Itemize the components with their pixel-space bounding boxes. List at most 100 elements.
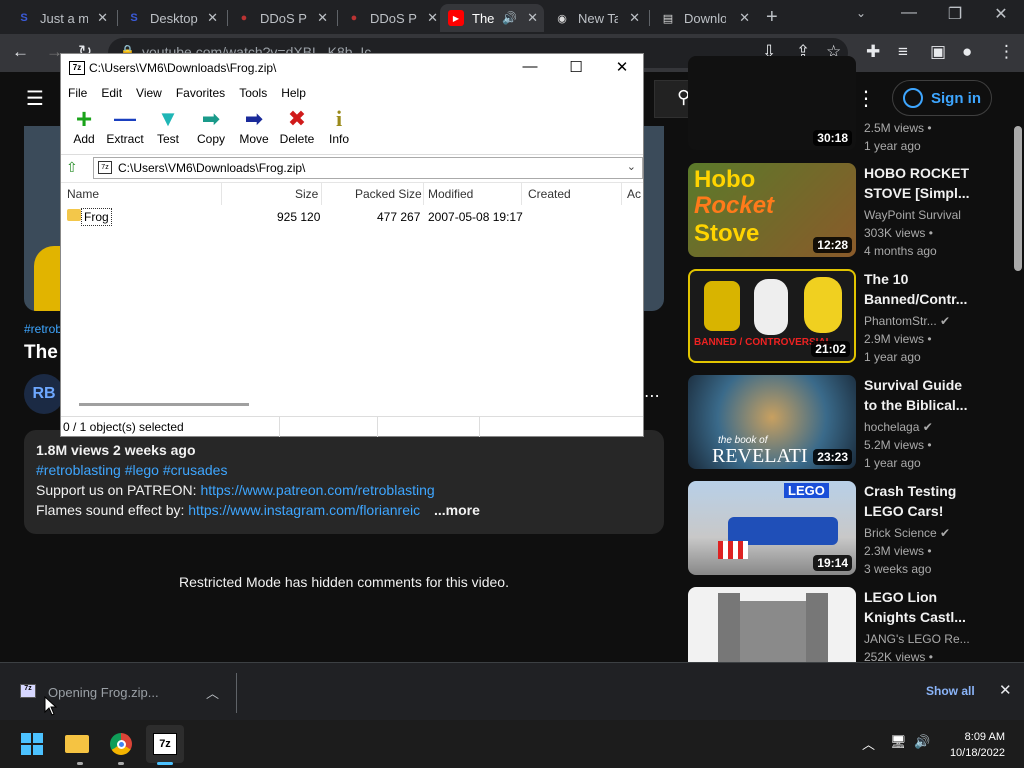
tab-1[interactable]: S Just a m ✕ [8,4,114,32]
tab-7[interactable]: ▤ Downlo ✕ [652,4,756,32]
copy-button[interactable]: ➡ Copy [188,106,234,146]
close-tab-icon[interactable]: ✕ [629,10,640,26]
recommendation-item[interactable]: LEGO 19:14 Crash Testing LEGO Cars! Brick… [688,481,1008,576]
scrollbar-thumb[interactable] [1014,126,1022,271]
tab-search-icon[interactable]: ⌄ [838,6,884,20]
minimize-button[interactable]: — [886,4,932,22]
tab-6[interactable]: ◉ New Tab ✕ [546,4,646,32]
info-button[interactable]: i Info [316,106,362,146]
column-modified[interactable]: Modified [428,187,473,201]
volume-icon[interactable]: 🔊 [914,734,930,750]
download-item-label[interactable]: Opening Frog.zip... [48,685,159,700]
column-name[interactable]: Name [67,187,99,201]
channel-name[interactable]: JANG's LEGO Re... [864,632,970,646]
page-scrollbar[interactable] [1012,126,1024,662]
column-packed-size[interactable]: Packed Size [355,187,422,201]
channel-name[interactable]: WayPoint Survival [864,208,961,222]
column-attributes[interactable]: Ac [627,187,641,201]
file-row-name[interactable]: Frog [81,208,112,226]
close-tab-icon[interactable]: ✕ [739,10,750,26]
recommendation-item[interactable]: BANNED / CONTROVERSIAL 21:02 The 10 Banne… [688,269,1008,364]
hamburger-menu-icon[interactable]: ☰ [26,86,44,111]
start-button[interactable] [13,725,51,763]
video-title[interactable]: Survival Guide to the Biblical... [864,375,974,415]
7zip-file-list[interactable]: Name Size Packed Size Modified Created A… [61,182,643,412]
video-views: 2.5M views • [864,121,932,135]
menu-favorites[interactable]: Favorites [169,84,232,104]
network-icon[interactable]: 🖥 [890,734,907,750]
chevron-up-icon[interactable]: ︿ [206,683,219,702]
test-button[interactable]: ▼ Test [145,106,191,146]
delete-x-icon: ✖ [287,106,307,131]
video-thumbnail[interactable]: LEGO 19:14 [688,481,856,575]
file-explorer-button[interactable] [58,725,96,763]
7zip-taskbar-button[interactable]: 7z [146,725,184,763]
column-created[interactable]: Created [528,187,571,201]
new-tab-button[interactable]: + [766,6,778,29]
menu-tools[interactable]: Tools [232,84,274,104]
tab-2[interactable]: S Desktop ✕ [118,4,224,32]
video-title[interactable]: The 10 Banned/Contr... [864,269,974,309]
more-button[interactable]: ...more [434,502,480,518]
7zip-path-box[interactable]: 7z C:\Users\VM6\Downloads\Frog.zip\ ⌄ [93,157,643,179]
more-actions-icon[interactable]: ⋯ [644,386,660,406]
tab-3[interactable]: ● DDoS P ✕ [228,4,334,32]
channel-name[interactable]: Brick Science ✔ [864,526,950,540]
close-tab-icon[interactable]: ✕ [427,10,438,26]
restore-button[interactable]: ❐ [932,4,978,24]
recommendation-item[interactable]: the book of REVELATI 23:23 Survival Guid… [688,375,1008,470]
delete-button[interactable]: ✖ Delete [274,106,320,146]
video-thumbnail[interactable]: the book of REVELATI 23:23 [688,375,856,469]
recommendation-item[interactable]: Hobo Rocket Stove 12:28 HOBO ROCKET STOVE… [688,163,1008,258]
7zip-titlebar[interactable]: 7z C:\Users\VM6\Downloads\Frog.zip\ — ☐ … [61,54,643,84]
video-title[interactable]: Crash Testing LEGO Cars! [864,481,974,521]
chevron-up-icon[interactable]: ︿ [862,734,875,753]
channel-avatar[interactable]: RB [24,374,64,414]
tab-5-active[interactable]: ▶ The 🔊 ✕ [440,4,544,32]
back-icon[interactable]: ← [12,42,29,62]
audio-playing-icon[interactable]: 🔊 [502,11,517,25]
video-title[interactable]: LEGO Lion Knights Castl... [864,587,974,627]
close-icon[interactable]: ✕ [999,681,1012,699]
restricted-mode-notice: Restricted Mode has hidden comments for … [179,574,509,590]
system-clock[interactable]: 8:09 AM 10/18/2022 [945,729,1005,761]
test-label: Test [156,132,179,146]
description-hashtags[interactable]: #retroblasting #lego #crusades [36,462,227,478]
video-thumbnail[interactable]: 30:18 [688,56,856,150]
video-hashtags[interactable]: #retrob [24,322,62,336]
close-tab-icon[interactable]: ✕ [97,10,108,26]
folder-up-icon[interactable]: ⇧ [66,159,78,176]
channel-name[interactable]: PhantomStr... ✔ [864,314,950,328]
menu-file[interactable]: File [61,84,94,104]
show-all-button[interactable]: Show all [926,684,975,698]
close-window-button[interactable]: ✕ [978,4,1024,24]
menu-help[interactable]: Help [274,84,313,104]
close-tab-icon[interactable]: ✕ [207,10,218,26]
zip-close-button[interactable]: ✕ [599,58,645,76]
channel-name[interactable]: hochelaga ✔ [864,420,933,434]
patreon-link[interactable]: https://www.patreon.com/retroblasting [200,482,434,498]
chrome-taskbar-button[interactable] [102,725,140,763]
video-thumbnail[interactable]: Hobo Rocket Stove 12:28 [688,163,856,257]
7zip-menu-bar: File Edit View Favorites Tools Help [61,84,643,104]
flames-link[interactable]: https://www.instagram.com/florianreic [188,502,420,518]
video-thumbnail[interactable]: BANNED / CONTROVERSIAL 21:02 [688,269,856,363]
video-thumbnail[interactable] [688,587,856,662]
recommendation-item[interactable]: LEGO Lion Knights Castl... JANG's LEGO Re… [688,587,1008,662]
extract-button[interactable]: — Extract [101,106,149,146]
close-tab-icon[interactable]: ✕ [317,10,328,26]
horizontal-scrollbar[interactable] [79,403,249,406]
close-tab-icon[interactable]: ✕ [527,10,538,26]
video-title[interactable]: HOBO ROCKET STOVE [Simpl... [864,163,974,203]
menu-edit[interactable]: Edit [94,84,129,104]
column-size[interactable]: Size [295,187,318,201]
move-button[interactable]: ➡ Move [231,106,277,146]
zip-minimize-button[interactable]: — [507,58,553,75]
recommendation-item[interactable]: 30:18 2.5M views • 1 year ago [688,56,1008,153]
zip-maximize-button[interactable]: ☐ [553,58,599,76]
tab-4[interactable]: ● DDoS P ✕ [338,4,444,32]
verified-icon: ✔ [922,420,933,434]
chevron-down-icon[interactable]: ⌄ [627,160,636,173]
menu-view[interactable]: View [129,84,169,104]
chrome-favicon-icon: ◉ [557,12,567,25]
